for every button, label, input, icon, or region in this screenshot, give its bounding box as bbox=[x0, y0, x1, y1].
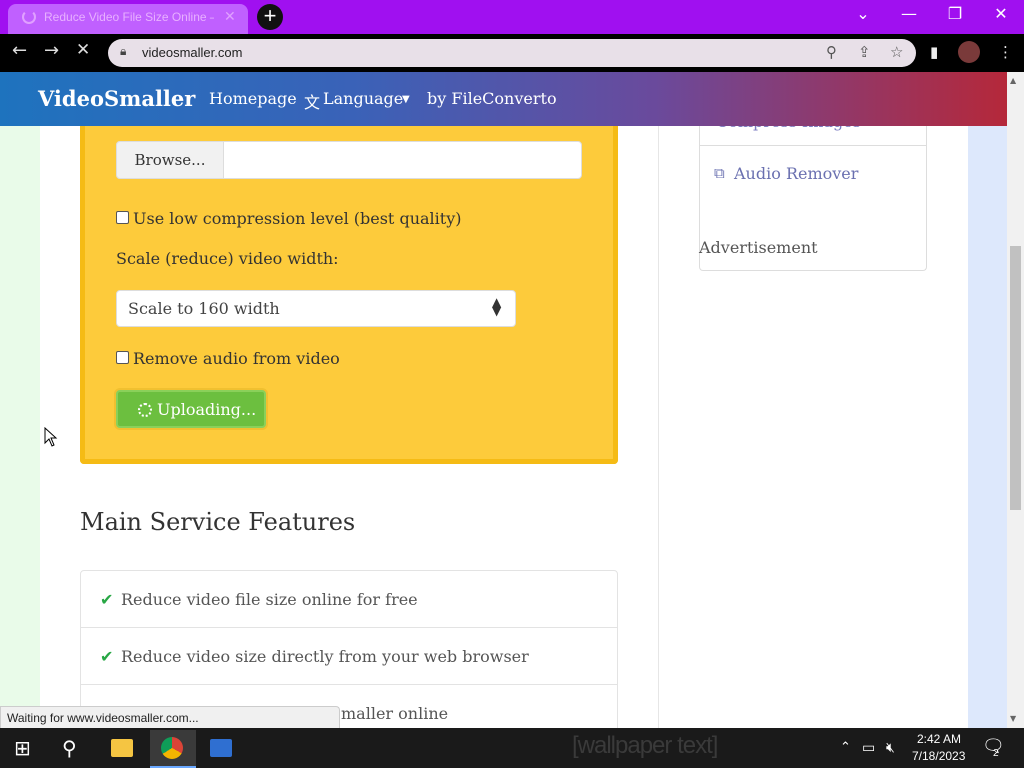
tab-title: Reduce Video File Size Online — F bbox=[44, 10, 214, 24]
url-text[interactable]: videosmaller.com bbox=[142, 45, 242, 60]
external-link-icon[interactable]: ⧉ bbox=[714, 164, 725, 182]
nav-homepage[interactable]: Homepage bbox=[209, 89, 297, 108]
chrome-icon[interactable] bbox=[161, 737, 183, 759]
status-bubble: Waiting for www.videosmaller.com... bbox=[0, 706, 340, 728]
notification-count: 2 bbox=[993, 748, 999, 759]
site-logo[interactable]: VideoSmaller bbox=[38, 86, 195, 111]
nav-language[interactable]: Language bbox=[323, 89, 403, 108]
select-arrows-icon[interactable]: ▲ ▼ bbox=[492, 296, 501, 317]
list-item: Reduce video size directly from your web… bbox=[121, 647, 529, 666]
card-separator bbox=[700, 145, 926, 146]
check-icon: ✔ bbox=[100, 647, 114, 666]
audio-remover-link[interactable]: Audio Remover bbox=[734, 164, 858, 183]
wallpaper-text: [wallpaper text] bbox=[572, 732, 718, 759]
scale-label: Scale (reduce) video width: bbox=[116, 249, 339, 268]
clock-date[interactable]: 7/18/2023 bbox=[912, 749, 965, 763]
language-icon[interactable]: 文 bbox=[304, 89, 320, 113]
scale-select-value[interactable]: Scale to 160 width bbox=[128, 299, 280, 318]
scroll-up-icon[interactable]: ▲ bbox=[1010, 76, 1016, 85]
low-compression-label[interactable]: Use low compression level (best quality) bbox=[133, 209, 461, 228]
close-window-button[interactable]: ✕ bbox=[978, 0, 1024, 30]
volume-muted-icon[interactable]: 🔇︎ bbox=[886, 740, 895, 756]
scroll-down-icon[interactable]: ▼ bbox=[1010, 714, 1016, 723]
remove-audio-checkbox[interactable] bbox=[116, 351, 129, 364]
back-button[interactable]: ← bbox=[12, 40, 27, 61]
side-panel-icon[interactable]: ▮ bbox=[930, 43, 938, 61]
windows-start-icon[interactable]: ⊞ bbox=[14, 736, 31, 760]
list-separator bbox=[81, 684, 617, 685]
chevron-up-icon[interactable]: ⌃ bbox=[840, 740, 851, 755]
file-explorer-icon[interactable] bbox=[111, 739, 133, 757]
bookmark-star-icon[interactable]: ☆ bbox=[890, 43, 903, 61]
list-item: Reduce video file size online for free bbox=[121, 590, 418, 609]
share-icon[interactable]: ⇪ bbox=[858, 43, 871, 61]
list-separator bbox=[81, 627, 617, 628]
search-icon[interactable]: ⚲ bbox=[62, 736, 77, 760]
web-page: Browse... Use low compression level (bes… bbox=[0, 72, 1007, 728]
scroll-thumb[interactable] bbox=[1010, 246, 1021, 510]
remove-audio-label[interactable]: Remove audio from video bbox=[133, 349, 340, 368]
tab-close-icon[interactable]: ✕ bbox=[224, 8, 236, 25]
stop-loading-button[interactable]: ✕ bbox=[76, 40, 90, 60]
profile-avatar[interactable] bbox=[958, 41, 980, 63]
column-divider bbox=[658, 126, 659, 728]
caret-down-icon[interactable]: ▼ bbox=[402, 94, 410, 105]
menu-kebab-icon[interactable]: ⋮ bbox=[998, 43, 1013, 61]
list-item: maller online bbox=[341, 704, 449, 723]
low-compression-checkbox[interactable] bbox=[116, 211, 129, 224]
clock-time[interactable]: 2:42 AM bbox=[917, 732, 961, 746]
advertisement-label: Advertisement bbox=[699, 238, 818, 257]
mouse-cursor-icon bbox=[44, 427, 58, 447]
new-tab-button[interactable]: + bbox=[257, 4, 283, 30]
upload-button-label[interactable]: Uploading... bbox=[157, 400, 256, 419]
minimize-button[interactable]: — bbox=[886, 0, 932, 30]
network-icon[interactable]: ▭ bbox=[862, 740, 875, 756]
forward-button[interactable]: → bbox=[44, 40, 59, 61]
spinner-icon bbox=[138, 403, 152, 417]
features-heading: Main Service Features bbox=[80, 508, 356, 536]
page-right-gutter bbox=[968, 72, 1007, 728]
browse-button[interactable]: Browse... bbox=[116, 141, 224, 179]
nav-by-fileconverto[interactable]: by FileConverto bbox=[427, 89, 557, 108]
page-left-gutter bbox=[0, 72, 40, 728]
tab-search-icon[interactable]: ⌄ bbox=[840, 0, 886, 30]
loading-spinner-icon bbox=[22, 10, 36, 24]
media-player-icon[interactable] bbox=[210, 739, 232, 757]
check-icon: ✔ bbox=[100, 590, 114, 609]
lock-icon[interactable]: 🔒︎ bbox=[120, 44, 126, 59]
search-icon[interactable]: ⚲ bbox=[826, 43, 837, 61]
restore-button[interactable]: ❐ bbox=[932, 0, 978, 30]
